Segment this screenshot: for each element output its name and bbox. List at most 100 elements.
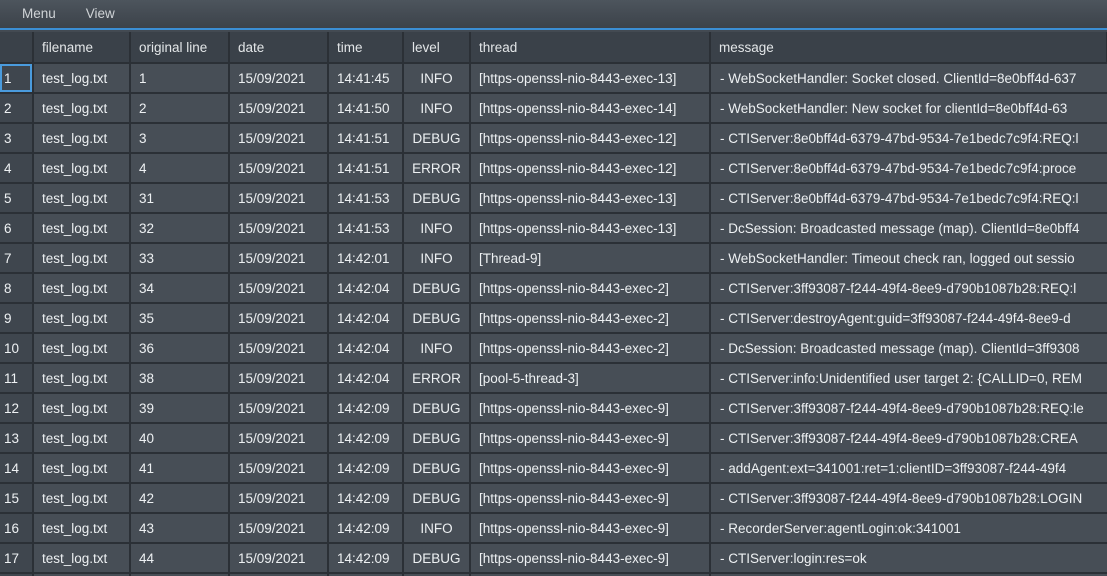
cell-original-line[interactable]: 33 bbox=[130, 243, 230, 274]
cell-time[interactable]: 14:42:09 bbox=[328, 423, 404, 454]
cell-message[interactable]: - CTIServer:3ff93087-f244-49f4-8ee9-d790… bbox=[710, 273, 1107, 304]
table-row[interactable]: 12 test_log.txt 39 15/09/2021 14:42:09 DEBUG[… bbox=[0, 393, 1107, 424]
cell-time[interactable]: 14:41:53 bbox=[328, 213, 404, 244]
cell-date[interactable]: 15/09/2021 bbox=[229, 153, 329, 184]
cell-message[interactable]: - CTIServer:3ff93087-f244-49f4-8ee9-d790… bbox=[710, 393, 1107, 424]
row-index-cell[interactable]: 5 bbox=[0, 183, 34, 214]
row-index-cell[interactable]: 15 bbox=[0, 483, 34, 514]
cell-thread[interactable]: [Thread-9] bbox=[470, 243, 711, 274]
menu-item-view[interactable]: View bbox=[78, 4, 127, 25]
cell-filename[interactable]: test_log.txt bbox=[33, 123, 131, 154]
column-header-thread[interactable]: thread bbox=[470, 32, 711, 64]
row-index-cell[interactable]: 16 bbox=[0, 513, 34, 544]
cell-thread[interactable]: [https-openssl-nio-8443-exec-2] bbox=[470, 333, 711, 364]
cell-date[interactable]: 15/09/2021 bbox=[229, 333, 329, 364]
cell-level[interactable]: ERROR bbox=[403, 153, 471, 184]
cell-message[interactable]: - CTIServer:login:res=ok bbox=[710, 543, 1107, 574]
column-header-index[interactable] bbox=[0, 32, 34, 64]
cell-message[interactable]: - DcSession: Broadcasted message (map). … bbox=[710, 213, 1107, 244]
cell-filename[interactable]: test_log.txt bbox=[33, 273, 131, 304]
cell-time[interactable]: 14:42:04 bbox=[328, 333, 404, 364]
cell-time[interactable]: 14:42:04 bbox=[328, 303, 404, 334]
cell-thread[interactable]: [https-openssl-nio-8443-exec-9] bbox=[470, 513, 711, 544]
cell-level[interactable]: DEBUG bbox=[403, 483, 471, 514]
cell-date[interactable]: 15/09/2021 bbox=[229, 303, 329, 334]
cell-message[interactable]: - DcSession: Broadcasted message (map). … bbox=[710, 333, 1107, 364]
cell-filename[interactable]: test_log.txt bbox=[33, 153, 131, 184]
cell-level[interactable]: ERROR bbox=[403, 363, 471, 394]
cell-original-line[interactable]: 43 bbox=[130, 513, 230, 544]
cell-date[interactable]: 15/09/2021 bbox=[229, 243, 329, 274]
cell-level[interactable]: INFO bbox=[403, 333, 471, 364]
row-index-cell[interactable]: 3 bbox=[0, 123, 34, 154]
cell-message[interactable]: - CTIServer:8e0bff4d-6379-47bd-9534-7e1b… bbox=[710, 123, 1107, 154]
cell-date[interactable]: 15/09/2021 bbox=[229, 513, 329, 544]
cell-thread[interactable]: [https-openssl-nio-8443-exec-9] bbox=[470, 453, 711, 484]
cell-time[interactable]: 14:42:01 bbox=[328, 243, 404, 274]
cell-thread[interactable]: [https-openssl-nio-8443-exec-12] bbox=[470, 123, 711, 154]
table-row[interactable]: 16 test_log.txt 43 15/09/2021 14:42:09 INFO [h… bbox=[0, 513, 1107, 544]
cell-filename[interactable]: test_log.txt bbox=[33, 543, 131, 574]
cell-original-line[interactable]: 2 bbox=[130, 93, 230, 124]
column-header-time[interactable]: time bbox=[328, 32, 404, 64]
cell-time[interactable]: 14:42:09 bbox=[328, 453, 404, 484]
cell-thread[interactable]: [https-openssl-nio-8443-exec-9] bbox=[470, 393, 711, 424]
cell-thread[interactable]: [https-openssl-nio-8443-exec-9] bbox=[470, 423, 711, 454]
cell-time[interactable]: 14:42:09 bbox=[328, 543, 404, 574]
cell-date[interactable]: 15/09/2021 bbox=[229, 183, 329, 214]
cell-thread[interactable]: [pool-5-thread-3] bbox=[470, 363, 711, 394]
table-row[interactable]: 14 test_log.txt 41 15/09/2021 14:42:09 DEBUG[… bbox=[0, 453, 1107, 484]
cell-filename[interactable]: test_log.txt bbox=[33, 213, 131, 244]
cell-filename[interactable]: test_log.txt bbox=[33, 483, 131, 514]
cell-original-line[interactable]: 1 bbox=[130, 63, 230, 94]
table-row[interactable]: 4 test_log.txt 4 15/09/2021 14:41:51 ERROR [ht… bbox=[0, 153, 1107, 184]
cell-date[interactable]: 15/09/2021 bbox=[229, 63, 329, 94]
cell-message[interactable]: - CTIServer:8e0bff4d-6379-47bd-9534-7e1b… bbox=[710, 183, 1107, 214]
cell-level[interactable]: INFO bbox=[403, 513, 471, 544]
cell-original-line[interactable]: 4 bbox=[130, 153, 230, 184]
cell-original-line[interactable]: 41 bbox=[130, 453, 230, 484]
cell-filename[interactable]: test_log.txt bbox=[33, 513, 131, 544]
row-index-cell[interactable]: 8 bbox=[0, 273, 34, 304]
cell-message[interactable]: - CTIServer:3ff93087-f244-49f4-8ee9-d790… bbox=[710, 483, 1107, 514]
cell-original-line[interactable]: 34 bbox=[130, 273, 230, 304]
cell-level[interactable]: DEBUG bbox=[403, 273, 471, 304]
cell-original-line[interactable]: 35 bbox=[130, 303, 230, 334]
cell-message[interactable]: - CTIServer:destroyAgent:guid=3ff93087-f… bbox=[710, 303, 1107, 334]
cell-date[interactable]: 15/09/2021 bbox=[229, 393, 329, 424]
column-header-original-line[interactable]: original line bbox=[130, 32, 230, 64]
table-row[interactable]: 10 test_log.txt 36 15/09/2021 14:42:04 INFO [h… bbox=[0, 333, 1107, 364]
row-index-cell[interactable]: 2 bbox=[0, 93, 34, 124]
cell-level[interactable]: DEBUG bbox=[403, 393, 471, 424]
cell-message[interactable]: - RecorderServer:agentLogin:ok:341001 bbox=[710, 513, 1107, 544]
cell-message[interactable]: - CTIServer:info:Unidentified user targe… bbox=[710, 363, 1107, 394]
table-row[interactable]: 1 test_log.txt 1 15/09/2021 14:41:45 INFO [htt… bbox=[0, 63, 1107, 94]
cell-level[interactable]: INFO bbox=[403, 243, 471, 274]
column-header-date[interactable]: date bbox=[229, 32, 329, 64]
cell-thread[interactable]: [https-openssl-nio-8443-exec-2] bbox=[470, 303, 711, 334]
row-index-cell[interactable]: 4 bbox=[0, 153, 34, 184]
cell-original-line[interactable]: 42 bbox=[130, 483, 230, 514]
row-index-cell[interactable]: 10 bbox=[0, 333, 34, 364]
cell-time[interactable]: 14:42:09 bbox=[328, 393, 404, 424]
cell-message[interactable]: - CTIServer:8e0bff4d-6379-47bd-9534-7e1b… bbox=[710, 153, 1107, 184]
cell-thread[interactable]: [https-openssl-nio-8443-exec-9] bbox=[470, 543, 711, 574]
cell-filename[interactable]: test_log.txt bbox=[33, 183, 131, 214]
cell-date[interactable]: 15/09/2021 bbox=[229, 363, 329, 394]
cell-thread[interactable]: [https-openssl-nio-8443-exec-12] bbox=[470, 153, 711, 184]
table-row[interactable]: 3 test_log.txt 3 15/09/2021 14:41:51 DEBUG [ht… bbox=[0, 123, 1107, 154]
cell-time[interactable]: 14:41:53 bbox=[328, 183, 404, 214]
cell-date[interactable]: 15/09/2021 bbox=[229, 213, 329, 244]
row-index-cell[interactable]: 6 bbox=[0, 213, 34, 244]
table-row[interactable]: 15 test_log.txt 42 15/09/2021 14:42:09 DEBUG[… bbox=[0, 483, 1107, 514]
row-index-cell[interactable]: 11 bbox=[0, 363, 34, 394]
cell-original-line[interactable]: 40 bbox=[130, 423, 230, 454]
column-header-message[interactable]: message bbox=[710, 32, 1107, 64]
cell-filename[interactable]: test_log.txt bbox=[33, 303, 131, 334]
cell-original-line[interactable]: 39 bbox=[130, 393, 230, 424]
table-row[interactable]: 5 test_log.txt 31 15/09/2021 14:41:53 DEBUG [h… bbox=[0, 183, 1107, 214]
cell-date[interactable]: 15/09/2021 bbox=[229, 543, 329, 574]
cell-date[interactable]: 15/09/2021 bbox=[229, 483, 329, 514]
cell-level[interactable]: DEBUG bbox=[403, 453, 471, 484]
cell-original-line[interactable]: 44 bbox=[130, 543, 230, 574]
